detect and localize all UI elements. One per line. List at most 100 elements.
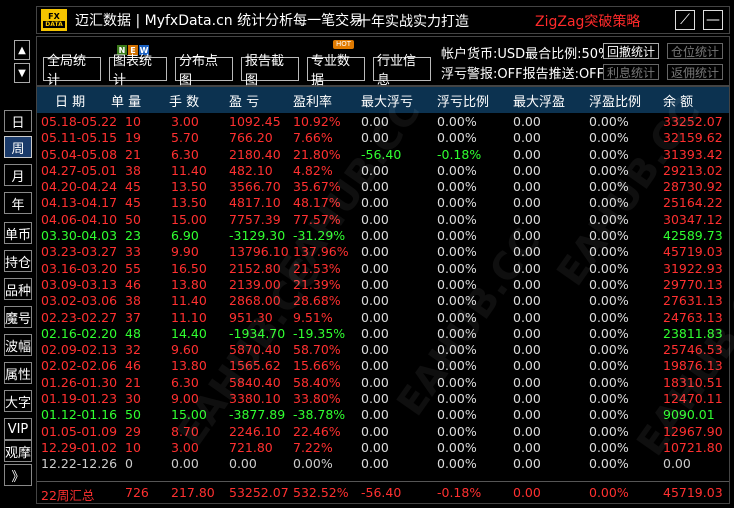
table-row[interactable]: 03.23-03.27 33 9.90 13796.10 137.96% 0.00 0.00… — [37, 244, 729, 260]
table-row[interactable]: 03.16-03.20 55 16.50 2152.80 21.53% 0.00 0.00%… — [37, 261, 729, 277]
cell-rate: 15.66% — [293, 358, 341, 374]
table-row[interactable]: 03.09-03.13 46 13.80 2139.00 21.39% 0.00 0.00%… — [37, 277, 729, 293]
cell-max-gain: 0.00 — [513, 407, 541, 423]
cell-max-gain: 0.00 — [513, 130, 541, 146]
cell-balance: 10721.80 — [663, 439, 723, 455]
col-rate[interactable]: 盈利率 — [293, 91, 332, 110]
cell-orders: 37 — [125, 309, 141, 325]
cell-loss-ratio: 0.00% — [437, 358, 477, 374]
sidebar-item[interactable]: 魔号 — [4, 306, 32, 328]
sidebar-item[interactable]: 品种 — [4, 278, 32, 300]
cell-max-loss: 0.00 — [361, 162, 389, 178]
cell-pnl: 3380.10 — [229, 391, 281, 407]
cell-max-loss: 0.00 — [361, 407, 389, 423]
sidebar-item[interactable]: 单币 — [4, 222, 32, 244]
account-info-line1: 帐户货币:USD最合比例:50% — [441, 47, 611, 62]
col-orders[interactable]: 单 量 — [111, 91, 141, 110]
cell-lots: 13.50 — [171, 179, 207, 195]
col-pnl[interactable]: 盈 亏 — [229, 91, 259, 110]
sidebar-item[interactable]: 周 — [4, 136, 32, 158]
sidebar-item[interactable]: 日 — [4, 110, 32, 132]
cell-gain-ratio: 0.00% — [589, 391, 629, 407]
cell-date: 01.26-01.30 — [41, 374, 118, 390]
cell-rate: 21.80% — [293, 146, 341, 162]
table-row[interactable]: 01.19-01.23 30 9.00 3380.10 33.80% 0.00 0.00% 0… — [37, 391, 729, 407]
cell-date: 05.18-05.22 — [41, 114, 118, 129]
distribution-chart-button[interactable]: 分布点图 — [175, 54, 233, 88]
cell-max-loss: 0.00 — [361, 423, 389, 439]
sidebar-item[interactable]: 》 — [4, 464, 32, 486]
sidebar-item[interactable]: 大字 — [4, 390, 32, 412]
summary-pnl: 53252.07 — [229, 485, 289, 500]
cell-gain-ratio: 0.00% — [589, 130, 629, 146]
cell-gain-ratio: 0.00% — [589, 342, 629, 358]
table-row[interactable]: 12.29-01.02 10 3.00 721.80 7.22% 0.00 0.00% 0.0… — [37, 440, 729, 456]
sidebar-item[interactable]: 持仓 — [4, 250, 32, 272]
interest-stats-button[interactable]: 利息统计 — [603, 64, 659, 80]
cell-lots: 15.00 — [171, 211, 207, 227]
sidebar-item[interactable]: 属性 — [4, 362, 32, 384]
table-row[interactable]: 04.27-05.01 38 11.40 482.10 4.82% 0.00 0.00% 0.… — [37, 163, 729, 179]
cell-pnl: 5840.40 — [229, 374, 281, 390]
table-row[interactable]: 04.13-04.17 45 13.50 4817.10 48.17% 0.00 0.00%… — [37, 195, 729, 211]
col-loss-ratio[interactable]: 浮亏比例 — [437, 91, 489, 110]
minimize-button[interactable]: — — [703, 10, 723, 30]
rebate-stats-button[interactable]: 返佣统计 — [667, 64, 723, 80]
cell-rate: 77.57% — [293, 211, 341, 227]
sidebar-item[interactable]: 观摩 — [4, 440, 32, 462]
app-title: 迈汇数据 | MyfxData.cn 统计分析每一笔交易 — [75, 13, 364, 29]
col-gain-ratio[interactable]: 浮盈比例 — [589, 91, 641, 110]
drawdown-stats-button[interactable]: 回撤统计 — [603, 43, 659, 59]
col-max-gain[interactable]: 最大浮盈 — [513, 91, 565, 110]
chart-stats-button[interactable]: 图表统计 — [109, 54, 167, 88]
cell-max-loss: 0.00 — [361, 276, 389, 292]
table-row[interactable]: 01.05-01.09 29 8.70 2246.10 22.46% 0.00 0.00% 0… — [37, 424, 729, 440]
cell-rate: 4.82% — [293, 162, 333, 178]
table-row[interactable]: 12.22-12.26 0 0.00 0.00 0.00% 0.00 0.00% 0.00 0.… — [37, 456, 729, 472]
cell-max-gain: 0.00 — [513, 162, 541, 178]
scroll-down-button[interactable]: ▼ — [14, 63, 30, 83]
resize-button[interactable]: ⟋ — [675, 10, 695, 30]
cell-balance: 23811.83 — [663, 325, 723, 341]
title-bar: FX DATA 迈汇数据 | MyfxData.cn 统计分析每一笔交易 十年实… — [36, 6, 730, 34]
table-row[interactable]: 01.26-01.30 21 6.30 5840.40 58.40% 0.00 0.00% 0… — [37, 375, 729, 391]
cell-date: 04.06-04.10 — [41, 211, 118, 227]
report-screenshot-button[interactable]: 报告截图 — [241, 54, 299, 88]
cell-orders: 45 — [125, 179, 141, 195]
cell-max-gain: 0.00 — [513, 374, 541, 390]
cell-pnl: 951.30 — [229, 309, 273, 325]
cell-orders: 38 — [125, 293, 141, 309]
table-row[interactable]: 03.02-03.06 38 11.40 2868.00 28.68% 0.00 0.00%… — [37, 293, 729, 309]
sidebar-item[interactable]: 波幅 — [4, 334, 32, 356]
table-row[interactable]: 05.18-05.22 10 3.00 1092.45 10.92% 0.00 0.00% 0… — [37, 114, 729, 130]
table-row[interactable]: 02.09-02.13 32 9.60 5870.40 58.70% 0.00 0.00% 0… — [37, 342, 729, 358]
cell-rate: 22.46% — [293, 423, 341, 439]
cell-pnl: 721.80 — [229, 439, 273, 455]
col-date[interactable]: 日 期 — [55, 91, 85, 110]
position-stats-button[interactable]: 仓位统计 — [667, 43, 723, 59]
table-row[interactable]: 01.12-01.16 50 15.00 -3877.89 -38.78% 0.00 0.0… — [37, 407, 729, 423]
cell-orders: 38 — [125, 162, 141, 178]
table-row[interactable]: 05.04-05.08 21 6.30 2180.40 21.80% -56.40 -0.1… — [37, 147, 729, 163]
col-balance[interactable]: 余 额 — [663, 91, 693, 110]
industry-info-button[interactable]: 行业信息 — [373, 54, 431, 88]
sidebar-item[interactable]: 年 — [4, 192, 32, 214]
table-row[interactable]: 04.06-04.10 50 15.00 7757.39 77.57% 0.00 0.00%… — [37, 212, 729, 228]
global-stats-button[interactable]: 全局统计 — [43, 54, 101, 88]
cell-max-loss: 0.00 — [361, 211, 389, 227]
cell-orders: 33 — [125, 244, 141, 260]
table-row[interactable]: 04.20-04.24 45 13.50 3566.70 35.67% 0.00 0.00%… — [37, 179, 729, 195]
table-row[interactable]: 03.30-04.03 23 6.90 -3129.30 -31.29% 0.00 0.00… — [37, 228, 729, 244]
scroll-up-button[interactable]: ▲ — [14, 40, 30, 60]
pro-data-button[interactable]: 专业数据 — [307, 54, 365, 88]
table-row[interactable]: 02.23-02.27 37 11.10 951.30 9.51% 0.00 0.00% 0.… — [37, 310, 729, 326]
table-row[interactable]: 02.16-02.20 48 14.40 -1934.70 -19.35% 0.00 0.0… — [37, 326, 729, 342]
col-max-loss[interactable]: 最大浮亏 — [361, 91, 413, 110]
table-row[interactable]: 02.02-02.06 46 13.80 1565.62 15.66% 0.00 0.00%… — [37, 358, 729, 374]
table-row[interactable]: 05.11-05.15 19 5.70 766.20 7.66% 0.00 0.00% 0.0… — [37, 130, 729, 146]
sidebar-item[interactable]: 月 — [4, 164, 32, 186]
sidebar-item[interactable]: VIP — [4, 418, 32, 440]
col-lots[interactable]: 手 数 — [169, 91, 199, 110]
cell-date: 04.13-04.17 — [41, 195, 118, 211]
cell-loss-ratio: 0.00% — [437, 179, 477, 195]
